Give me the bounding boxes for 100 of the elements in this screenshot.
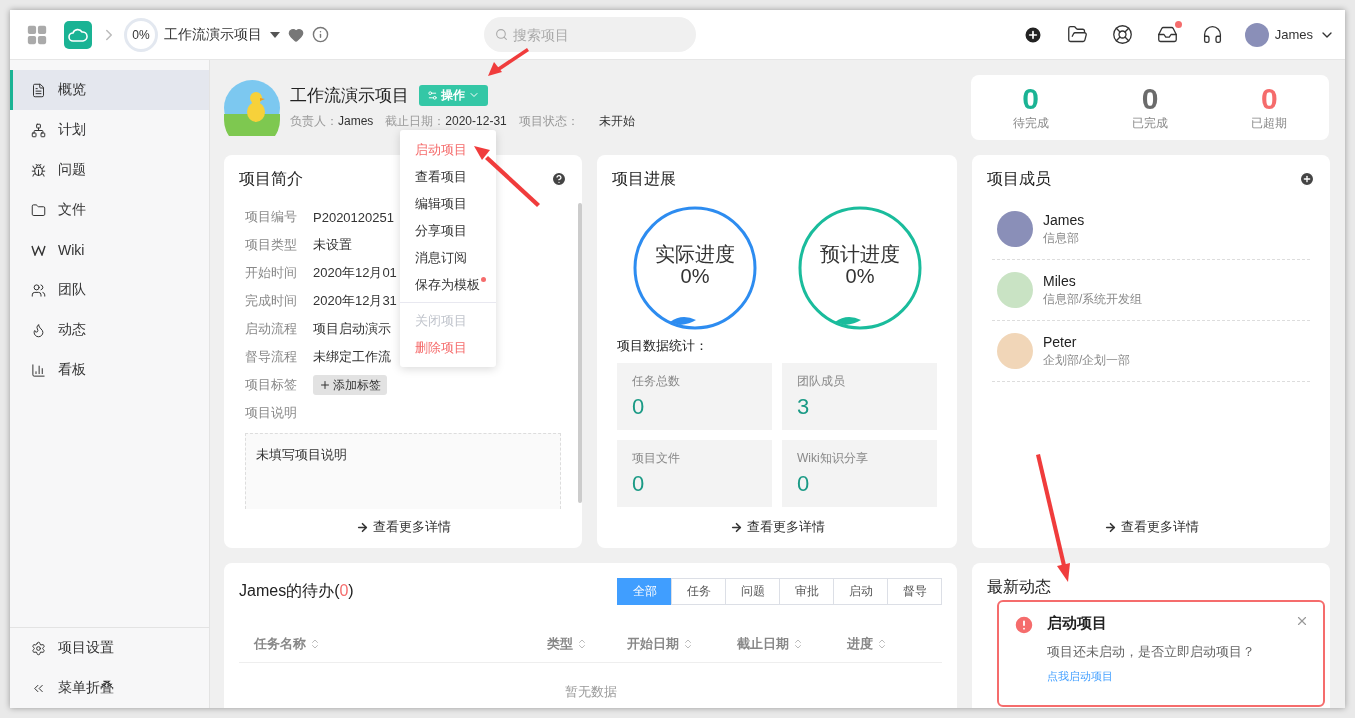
hierarchy-icon (31, 122, 46, 138)
toast-message: 项目还未启动，是否立即启动项目？ (1047, 643, 1256, 661)
sidebar-item[interactable]: 菜单折叠 (10, 668, 209, 708)
menu-item[interactable]: 查看项目 (400, 163, 496, 190)
menu-item[interactable]: 编辑项目 (400, 190, 496, 217)
help-icon[interactable] (551, 171, 567, 187)
filter-tab[interactable]: 任务 (671, 577, 726, 605)
more-details-link[interactable]: 查看更多详情 (729, 518, 825, 536)
sidebar-item[interactable]: 项目设置 (10, 628, 209, 668)
folder-button[interactable] (1066, 24, 1088, 45)
flame-icon (31, 322, 46, 338)
field-label: 启动流程 (245, 320, 298, 338)
sidebar-item[interactable]: 计划 (10, 110, 209, 150)
folder-icon (1066, 24, 1088, 45)
bar-chart-icon (31, 362, 46, 378)
project-title[interactable]: 工作流演示项目 (164, 25, 262, 44)
member-row[interactable]: Miles 信息部/系统开发组 (992, 260, 1310, 321)
stat-label: 已完成 (1132, 115, 1168, 132)
tile-value: 3 (797, 394, 811, 420)
member-row[interactable]: James 信息部 (992, 199, 1310, 260)
tile-value: 0 (632, 394, 646, 420)
sidebar-item[interactable]: 概览 (10, 70, 209, 110)
menu-item[interactable]: 保存为模板 (400, 271, 496, 298)
cloud-logo-icon[interactable] (64, 20, 92, 49)
more-details-link[interactable]: 查看更多详情 (1103, 518, 1199, 536)
sidebar-item[interactable]: 文件 (10, 190, 209, 230)
due-date-text: 截止日期：2020-12-31 (385, 112, 507, 130)
annotation-arrow (488, 48, 529, 76)
tile-value: 0 (632, 471, 646, 497)
folder-icon (31, 202, 46, 218)
sort-icon (792, 638, 804, 650)
sort-icon (682, 638, 694, 650)
column-header[interactable]: 进度 (847, 635, 927, 653)
add-button[interactable] (1022, 24, 1043, 45)
alert-icon (1013, 614, 1035, 636)
filter-tab[interactable]: 问题 (725, 577, 780, 605)
close-icon[interactable] (1295, 614, 1309, 628)
heart-icon[interactable] (288, 26, 304, 43)
sidebar-item[interactable]: Wiki (10, 230, 209, 270)
headset-icon (1201, 24, 1223, 45)
member-name: Miles (1043, 272, 1077, 289)
avatar (997, 272, 1033, 308)
column-header[interactable]: 截止日期 (737, 635, 847, 653)
column-header[interactable]: 类型 (547, 635, 627, 653)
people-icon (31, 282, 46, 298)
field-value: 2020年12月31 (313, 292, 397, 310)
sidebar-item[interactable]: 团队 (10, 270, 209, 310)
card-title: James的待办(0) (239, 580, 354, 601)
sidebar-item[interactable]: 动态 (10, 310, 209, 350)
filter-tab[interactable]: 督导 (887, 577, 942, 605)
filter-tab[interactable]: 审批 (779, 577, 834, 605)
more-details-link[interactable]: 查看更多详情 (355, 518, 451, 536)
tile-label: 任务总数 (632, 373, 681, 390)
stat-number: 0 (1141, 83, 1159, 115)
wiki-icon (31, 244, 46, 256)
add-tag-button[interactable]: 添加标签 (313, 375, 387, 395)
card-title: 最新动态 (987, 576, 1051, 597)
description-box: 未填写项目说明 (245, 433, 561, 509)
avatar (997, 333, 1033, 369)
annotation-arrow (474, 146, 540, 207)
tile-label: 团队成员 (797, 373, 846, 390)
stat-number: 0 (1260, 83, 1278, 115)
progress-ring: 0% (124, 17, 158, 52)
arrow-right-icon (355, 520, 369, 534)
menu-item[interactable]: 分享项目 (400, 217, 496, 244)
caret-down-icon[interactable] (270, 31, 280, 38)
field-value: 2020年12月01 (313, 264, 397, 282)
inbox-icon (1156, 24, 1178, 45)
info-icon[interactable] (312, 26, 329, 43)
plus-circle-icon (1022, 24, 1043, 45)
empty-text: 暂无数据 (564, 683, 617, 701)
filter-tab[interactable]: 启动 (833, 577, 888, 605)
lifebuoy-icon (1111, 24, 1133, 45)
avatar (997, 211, 1033, 247)
member-row[interactable]: Peter 企划部/企划一部 (992, 321, 1310, 382)
scrollbar[interactable] (578, 203, 582, 503)
column-header[interactable]: 任务名称 (254, 635, 547, 653)
headset-button[interactable] (1201, 24, 1223, 45)
field-value: 未绑定工作流 (313, 348, 391, 366)
plus-icon (319, 379, 331, 391)
field-value: 项目启动演示 (313, 320, 391, 338)
search-field[interactable]: 搜索项目 (483, 17, 696, 52)
menu-item[interactable]: 消息订阅 (400, 244, 496, 271)
field-label: 督导流程 (245, 348, 298, 366)
arrow-right-icon (1103, 520, 1117, 534)
card-title: 项目进展 (612, 168, 676, 189)
field-label: 完成时间 (245, 292, 298, 310)
owner-text: 负责人：James (290, 112, 374, 130)
sort-icon (309, 638, 321, 650)
add-icon[interactable] (1299, 171, 1315, 187)
sidebar-item[interactable]: 看板 (10, 350, 209, 390)
sidebar-item[interactable]: 问题 (10, 150, 209, 190)
field-label: 项目类型 (245, 236, 298, 254)
tile-label: Wiki知识分享 (797, 450, 869, 467)
column-header[interactable]: 开始日期 (627, 635, 737, 653)
document-icon (31, 82, 46, 98)
card-title: 项目简介 (239, 168, 303, 189)
user-menu[interactable]: James (1244, 22, 1335, 47)
stat-label: 已超期 (1251, 115, 1288, 132)
lifebuoy-button[interactable] (1111, 24, 1133, 45)
